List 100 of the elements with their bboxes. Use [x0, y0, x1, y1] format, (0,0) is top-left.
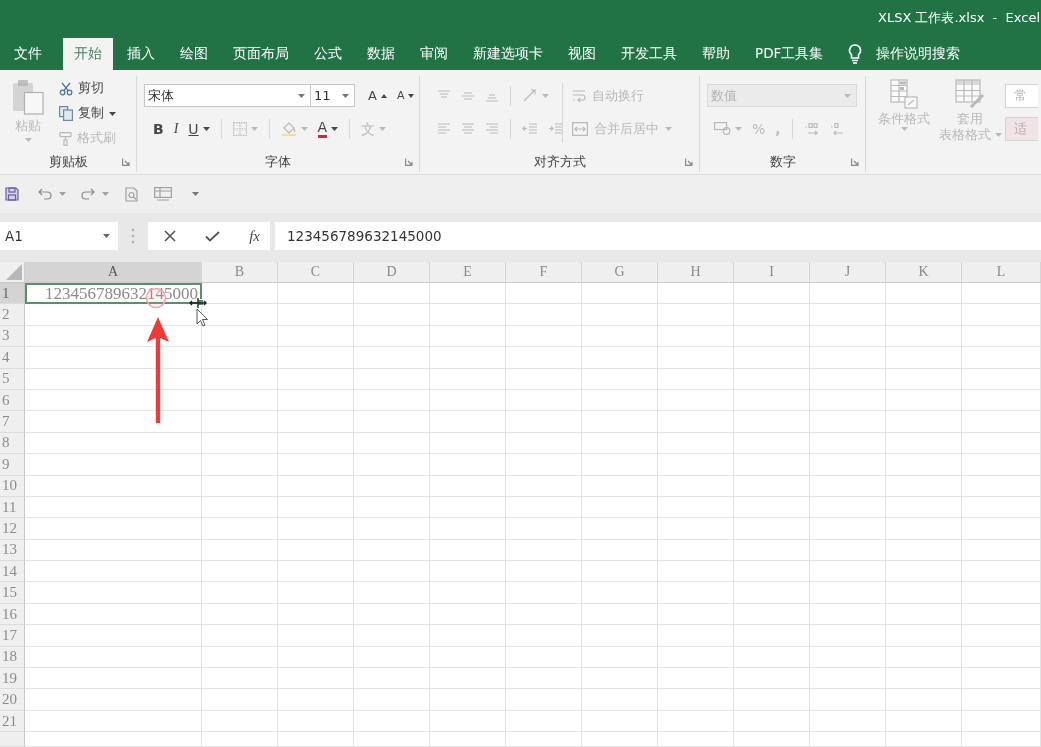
- enter-button[interactable]: [205, 230, 221, 242]
- row-header[interactable]: 5: [0, 368, 25, 390]
- ribbon-tab[interactable]: PDF工具集: [744, 38, 835, 70]
- redo-button[interactable]: [81, 188, 109, 200]
- column-header[interactable]: C: [278, 262, 354, 283]
- font-color-button[interactable]: A: [314, 117, 342, 140]
- ribbon-tab[interactable]: 视图: [557, 38, 607, 70]
- ribbon-tab[interactable]: 开始: [63, 38, 113, 70]
- column-header[interactable]: D: [354, 262, 430, 283]
- dialog-launcher-icon[interactable]: [122, 158, 130, 166]
- dialog-launcher-icon[interactable]: [685, 158, 693, 166]
- row-header[interactable]: 14: [0, 561, 25, 583]
- font-name-field[interactable]: 宋体: [144, 84, 311, 107]
- dialog-launcher-icon[interactable]: [851, 158, 859, 166]
- column-header[interactable]: H: [658, 262, 734, 283]
- tell-me-search[interactable]: 操作说明搜索: [843, 38, 964, 70]
- row-header[interactable]: 3: [0, 325, 25, 348]
- cell-style-option[interactable]: 常: [1005, 84, 1038, 108]
- page-magnifier-icon: [125, 186, 139, 202]
- row-header[interactable]: 9: [0, 454, 25, 476]
- column-header[interactable]: K: [886, 262, 962, 283]
- caret-icon: [300, 126, 308, 131]
- row-header[interactable]: 10: [0, 475, 25, 497]
- row-header[interactable]: 13: [0, 539, 25, 562]
- column-header[interactable]: A: [25, 262, 202, 283]
- formula-input-field[interactable]: 123456789632145000: [275, 222, 1041, 250]
- insert-function-button[interactable]: fx: [249, 227, 260, 245]
- row-header[interactable]: 16: [0, 603, 25, 626]
- font-size-field[interactable]: 11: [311, 84, 355, 107]
- column-header[interactable]: L: [962, 262, 1041, 283]
- caret-icon: [102, 192, 109, 196]
- row-header[interactable]: 19: [0, 668, 25, 690]
- bold-button[interactable]: B: [150, 117, 167, 140]
- save-icon: [5, 187, 19, 201]
- caret-icon: [109, 111, 116, 116]
- group-label: 对齐方式: [533, 153, 586, 171]
- save-button[interactable]: [5, 187, 19, 201]
- column-header[interactable]: G: [582, 262, 658, 283]
- undo-icon: [38, 188, 52, 200]
- print-preview-button[interactable]: [125, 186, 139, 202]
- select-all-corner[interactable]: [0, 262, 25, 283]
- caret-icon: [665, 126, 672, 131]
- ribbon-tab[interactable]: 审阅: [409, 38, 459, 70]
- column-header[interactable]: B: [202, 262, 278, 283]
- row-header[interactable]: 21: [0, 710, 25, 733]
- ribbon-tab[interactable]: 帮助: [691, 38, 741, 70]
- vertical-dots-icon[interactable]: [131, 228, 135, 244]
- column-header[interactable]: I: [734, 262, 810, 283]
- column-header[interactable]: E: [430, 262, 506, 283]
- undo-button[interactable]: [38, 188, 66, 200]
- column-header[interactable]: F: [506, 262, 582, 283]
- italic-button[interactable]: I: [170, 117, 182, 140]
- caret-icon: [994, 133, 1002, 137]
- align-center-icon: [461, 122, 475, 135]
- ribbon-tab[interactable]: 新建选项卡: [462, 38, 554, 70]
- triangle-icon: [6, 264, 22, 280]
- redo-icon: [81, 188, 95, 200]
- paintbrush-icon: [59, 131, 72, 146]
- row-header[interactable]: 15: [0, 582, 25, 604]
- paint-bucket-icon: [280, 121, 297, 136]
- dialog-launcher-icon[interactable]: [405, 158, 413, 166]
- caret-icon: [59, 192, 66, 196]
- row-header[interactable]: 11: [0, 496, 25, 519]
- copy-button[interactable]: 复制: [56, 101, 119, 126]
- customize-toolbar-button[interactable]: [192, 192, 199, 196]
- row-header[interactable]: 4: [0, 347, 25, 369]
- column-header[interactable]: J: [810, 262, 886, 283]
- row-header[interactable]: 7: [0, 411, 25, 433]
- wrap-text-icon: [572, 88, 586, 103]
- indent-icon: [548, 122, 564, 135]
- caret-icon: [844, 93, 851, 98]
- row-header[interactable]: 20: [0, 689, 25, 711]
- row-header[interactable]: [0, 732, 25, 747]
- ribbon-tab[interactable]: 绘图: [169, 38, 219, 70]
- ribbon-tab[interactable]: 页面布局: [222, 38, 300, 70]
- ribbon-tab[interactable]: 开发工具: [610, 38, 688, 70]
- underline-button[interactable]: U: [185, 117, 213, 140]
- row-header[interactable]: 17: [0, 625, 25, 647]
- row-header[interactable]: 12: [0, 518, 25, 540]
- row-header[interactable]: 8: [0, 432, 25, 455]
- grow-font-button[interactable]: A: [365, 84, 390, 107]
- ribbon-tab[interactable]: 插入: [116, 38, 166, 70]
- form-button[interactable]: [154, 187, 172, 201]
- row-header[interactable]: 2: [0, 304, 25, 326]
- checkmark-icon: [205, 230, 221, 242]
- copy-icon: [59, 106, 73, 121]
- caret-icon: [735, 126, 742, 131]
- name-box-field[interactable]: A1: [0, 222, 118, 250]
- decrease-decimal-icon: [829, 122, 846, 135]
- cancel-button[interactable]: [164, 230, 176, 242]
- cut-button[interactable]: 剪切: [56, 76, 119, 101]
- row-header[interactable]: 1: [0, 283, 25, 305]
- ribbon-tab[interactable]: 数据: [356, 38, 406, 70]
- ribbon-tab[interactable]: 文件: [2, 38, 53, 70]
- row-header[interactable]: 6: [0, 389, 25, 412]
- borders-icon: [232, 121, 247, 136]
- ribbon-tab[interactable]: 公式: [303, 38, 353, 70]
- diagonal-arrow-icon: [522, 88, 538, 103]
- row-header[interactable]: 18: [0, 646, 25, 669]
- shrink-font-button[interactable]: A: [393, 84, 418, 107]
